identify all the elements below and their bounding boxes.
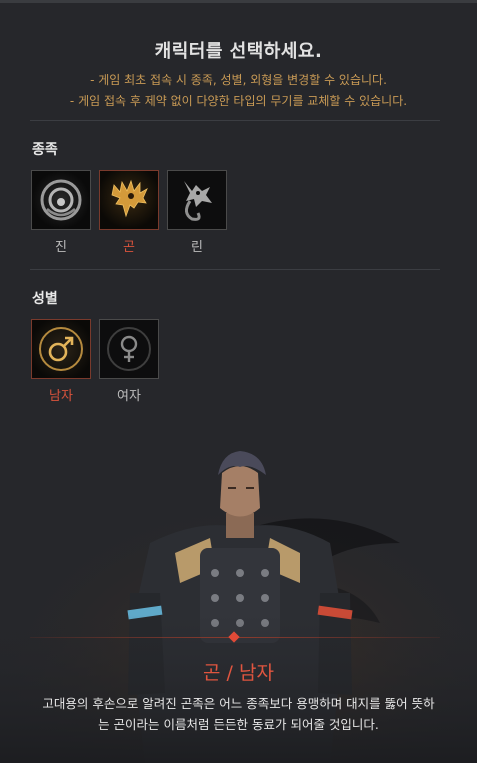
- race-option-gon[interactable]: [99, 170, 159, 230]
- lyn-fox-emblem-icon: [168, 171, 226, 229]
- gender-section-label: 성별: [32, 291, 58, 307]
- info-note-1: - 게임 최초 접속 시 종족, 성별, 외형을 변경할 수 있습니다.: [90, 73, 387, 87]
- race-section-label: 종족: [32, 142, 58, 158]
- character-description: 고대용의 후손으로 알려진 곤족은 어느 종족보다 용맹하며 대지를 뚫어 뜻하…: [20, 693, 457, 735]
- gender-option-label: 여자: [117, 389, 141, 404]
- female-symbol-icon: [100, 320, 158, 378]
- page-title: 캐릭터를 선택하세요.: [154, 41, 323, 62]
- race-option-jin[interactable]: [31, 170, 91, 230]
- selected-character-title: 곤 / 남자: [203, 662, 274, 684]
- description-line: 는 곤이라는 이름처럼 든든한 동료가 되어줄 것입니다.: [98, 717, 379, 732]
- description-line: 고대용의 후손으로 알려진 곤족은 어느 종족보다 용맹하며 대지를 뚫어 뜻하: [42, 696, 435, 711]
- divider: [30, 269, 440, 270]
- gender-option-female[interactable]: [99, 319, 159, 379]
- male-symbol-icon: [32, 320, 90, 378]
- divider: [30, 120, 440, 121]
- race-option-label: 진: [55, 240, 67, 255]
- info-note-2: - 게임 접속 후 제약 없이 다양한 타입의 무기를 교체할 수 있습니다.: [69, 94, 408, 108]
- jin-emblem-icon: [32, 171, 90, 229]
- race-option-label: 곤: [123, 240, 135, 255]
- character-select-panel: 캐릭터를 선택하세요. - 게임 최초 접속 시 종족, 성별, 외형을 변경할…: [0, 0, 477, 763]
- gon-dragon-emblem-icon: [100, 171, 158, 229]
- race-option-lyn[interactable]: [167, 170, 227, 230]
- gender-option-label: 남자: [49, 389, 73, 404]
- race-option-label: 린: [191, 240, 203, 255]
- gender-option-male[interactable]: [31, 319, 91, 379]
